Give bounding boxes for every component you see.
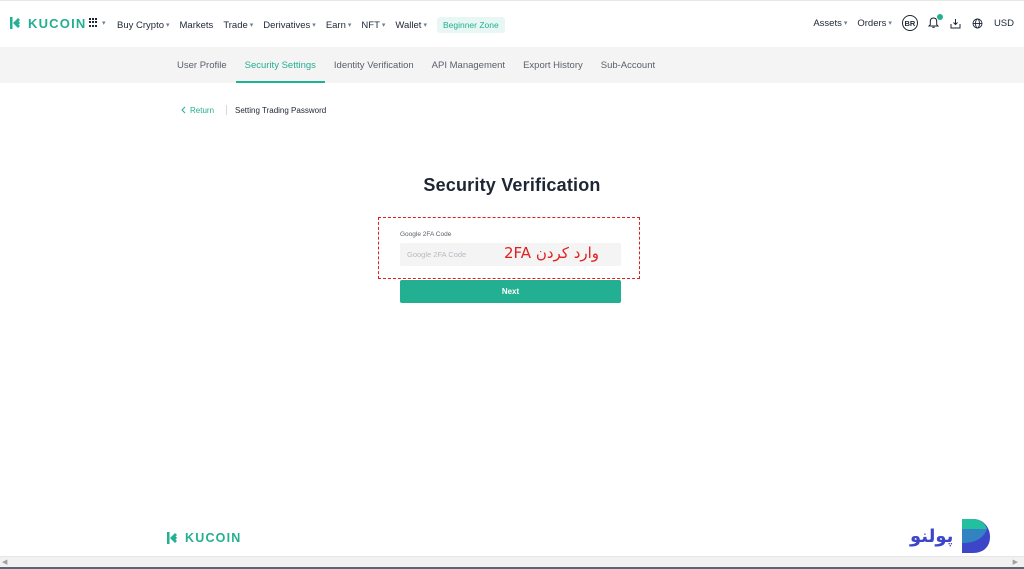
kucoin-logo-text: KUCOIN: [185, 531, 242, 545]
orders-label: Orders: [857, 17, 887, 29]
watermark-text: پولنو: [910, 525, 954, 547]
watermark-logo: پولنو: [910, 517, 993, 555]
chevron-down-icon: ▾: [347, 22, 352, 29]
nav-label: Trade: [223, 19, 248, 31]
scroll-right-icon[interactable]: ▶: [1013, 558, 1018, 566]
chevron-down-icon: ▾: [381, 22, 386, 29]
footer-kucoin-logo[interactable]: KUCOIN: [165, 530, 242, 546]
notification-badge: [936, 14, 943, 20]
nav-markets[interactable]: Markets: [180, 20, 214, 31]
chevron-down-icon: ▾: [166, 22, 170, 29]
notifications-button[interactable]: [928, 14, 943, 30]
nav-label: Markets: [179, 19, 214, 31]
nav-derivatives[interactable]: Derivatives ▾: [263, 20, 316, 31]
chevron-down-icon: ▾: [423, 22, 427, 29]
chevron-down-icon: ▾: [249, 22, 254, 29]
assets-menu[interactable]: Assets ▾: [813, 18, 847, 29]
next-button[interactable]: Next: [400, 280, 621, 303]
chevron-down-icon: ▾: [888, 20, 892, 27]
nav-wallet[interactable]: Wallet ▾: [395, 20, 427, 31]
nav-label: Buy Crypto: [117, 19, 164, 31]
currency-selector[interactable]: USD: [994, 18, 1014, 29]
kucoin-logo[interactable]: KUCOIN: [8, 15, 86, 31]
orders-menu[interactable]: Orders ▾: [857, 18, 892, 29]
nav-label: NFT: [361, 19, 380, 31]
kucoin-logo-icon: [167, 532, 178, 544]
breadcrumb-divider: [226, 105, 228, 115]
return-label: Return: [190, 105, 215, 115]
tab-api-management[interactable]: API Management: [423, 47, 514, 83]
breadcrumb: Return Setting Trading Password: [181, 105, 326, 115]
kucoin-logo-text: KUCOIN: [28, 15, 87, 31]
chevron-down-icon: ▾: [312, 22, 316, 29]
nav-label: Derivatives: [263, 19, 311, 31]
header-right: Assets ▾ Orders ▾ BR USD: [813, 14, 1014, 31]
main-nav: Buy Crypto ▾ Markets Trade ▾ Derivatives…: [117, 17, 505, 33]
nav-nft[interactable]: NFT ▾: [361, 20, 385, 31]
tab-export-history[interactable]: Export History: [514, 47, 592, 83]
chevron-left-icon: [181, 106, 186, 114]
nav-buy-crypto[interactable]: Buy Crypto ▾: [117, 20, 170, 31]
watermark-logo-icon: [962, 519, 991, 553]
tab-security-settings[interactable]: Security Settings: [235, 47, 326, 83]
return-link[interactable]: Return: [181, 106, 214, 115]
download-icon: [950, 18, 961, 28]
page-title: Security Verification: [423, 175, 601, 195]
tab-sub-account[interactable]: Sub-Account: [592, 47, 664, 83]
scroll-left-icon[interactable]: ◀: [2, 558, 7, 566]
nav-earn[interactable]: Earn ▾: [326, 20, 352, 31]
account-subnav: User Profile Security Settings Identity …: [0, 47, 1024, 83]
breadcrumb-current: Setting Trading Password: [235, 105, 327, 115]
assets-label: Assets: [813, 17, 842, 29]
language-button[interactable]: [972, 17, 984, 29]
nav-label: Wallet: [395, 19, 422, 31]
grid-icon: [89, 18, 98, 27]
nav-trade[interactable]: Trade ▾: [223, 20, 253, 31]
nav-label: Earn: [325, 19, 346, 31]
annotation-text: وارد کردن 2FA: [504, 244, 600, 262]
google-2fa-label: Google 2FA Code: [400, 231, 452, 238]
tab-user-profile[interactable]: User Profile: [168, 47, 236, 83]
beginner-zone-button[interactable]: Beginner Zone: [436, 17, 505, 33]
horizontal-scrollbar[interactable]: ◀ ▶: [0, 556, 1024, 567]
avatar[interactable]: BR: [901, 15, 918, 31]
top-navigation-bar: KUCOIN ▾ Buy Crypto ▾ Markets Trade ▾ De…: [0, 0, 1024, 46]
chevron-down-icon: ▾: [843, 20, 848, 27]
apps-menu-button[interactable]: ▾: [89, 18, 106, 27]
download-button[interactable]: [950, 17, 962, 29]
chevron-down-icon: ▾: [102, 19, 106, 27]
tab-identity-verification[interactable]: Identity Verification: [325, 47, 423, 83]
globe-icon: [972, 18, 983, 28]
kucoin-logo-icon: [10, 17, 21, 29]
